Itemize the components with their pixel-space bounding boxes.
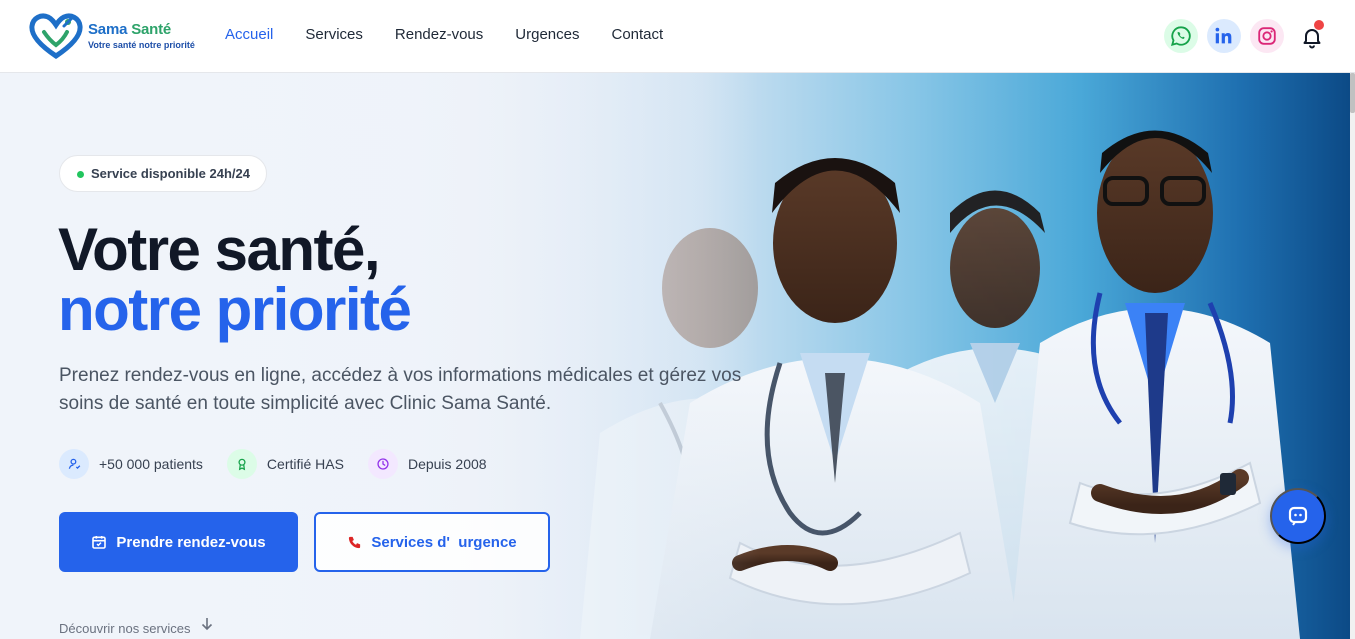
hero-section: Service disponible 24h/24 Votre santé, n… [0, 73, 1350, 639]
chat-bot-icon [1288, 506, 1308, 526]
whatsapp-icon[interactable] [1164, 19, 1198, 53]
emergency-services-button[interactable]: Services d' urgence [314, 512, 550, 572]
linkedin-icon[interactable] [1207, 19, 1241, 53]
clock-icon [367, 449, 398, 479]
top-navbar: Sama Santé Votre santé notre priorité Ac… [0, 0, 1355, 73]
user-icon [59, 449, 89, 479]
phone-icon [347, 535, 362, 550]
status-dot [77, 171, 84, 178]
calendar-icon [91, 534, 107, 550]
nav-item-accueil[interactable]: Accueil [225, 26, 273, 43]
hero-title-line1: Votre santé, [58, 216, 381, 283]
discover-services-link[interactable]: Découvrir nos services [59, 618, 213, 636]
availability-badge: Service disponible 24h/24 [59, 155, 267, 192]
hero-title-line2: notre priorité [58, 276, 412, 343]
page-scrollbar[interactable] [1350, 73, 1355, 639]
stat-patients: +50 000 patients [59, 449, 203, 479]
hero-lead: Prenez rendez-vous en ligne, accédez à v… [59, 365, 742, 414]
nav-item-rendez-vous[interactable]: Rendez-vous [395, 26, 483, 43]
brand-tagline: Votre santé notre priorité [88, 40, 195, 50]
stat-since: Depuis 2008 [367, 449, 487, 479]
social-links [1155, 19, 1355, 55]
instagram-icon[interactable] [1250, 19, 1284, 53]
heart-hand-logo-icon [29, 13, 83, 60]
hero-stats: +50 000 patients Certifié HAS Depuis 200… [59, 449, 511, 479]
notifications-bell-icon[interactable] [1297, 20, 1327, 52]
brand-name: Sama Santé [88, 21, 172, 38]
brand-logo[interactable]: Sama Santé Votre santé notre priorité [28, 12, 195, 60]
nav-item-urgences[interactable]: Urgences [515, 26, 579, 43]
notification-dot [1314, 20, 1324, 30]
nav-item-contact[interactable]: Contact [611, 26, 663, 43]
nav-item-services[interactable]: Services [305, 26, 363, 43]
award-icon [226, 449, 257, 479]
stat-certified: Certifié HAS [226, 449, 344, 479]
main-menu: Accueil Services Rendez-vous Urgences Co… [225, 26, 695, 43]
arrow-down-icon [201, 617, 213, 634]
book-appointment-button[interactable]: Prendre rendez-vous [59, 512, 298, 572]
chat-bot-button[interactable] [1270, 488, 1326, 544]
